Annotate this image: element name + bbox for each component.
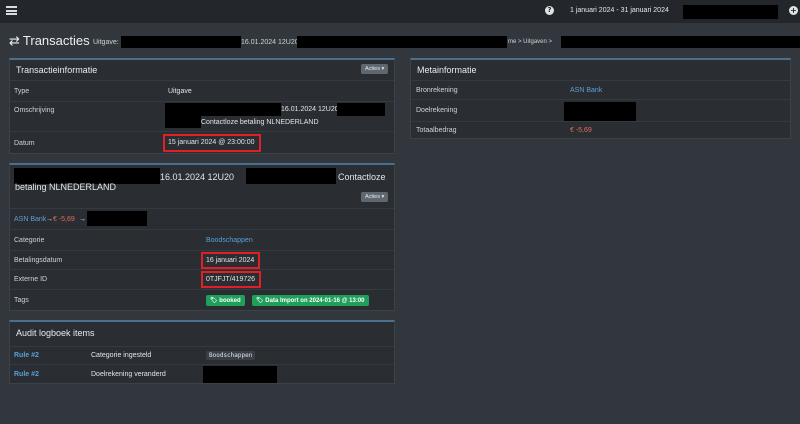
tags-label: Tags (14, 297, 29, 304)
redacted-block (297, 36, 507, 48)
payment-date-label: Betalingsdatum (14, 257, 63, 264)
page-subtitle-date: 16.01.2024 12U20 (241, 39, 299, 46)
redacted-block (246, 168, 336, 184)
top-navbar: ? 1 januari 2024 - 31 januari 2024 + (0, 0, 800, 23)
page-subtitle: Uitgave: (93, 39, 119, 46)
split-title-end: Contactloze (338, 172, 386, 182)
plus-icon[interactable]: + (789, 6, 798, 15)
redacted-block (337, 103, 385, 116)
tag-booked[interactable]: 🏷 booked (206, 295, 245, 306)
redacted-audit-value (203, 366, 277, 383)
category-link[interactable]: Boodschappen (206, 237, 253, 244)
audit-row: Rule #2 Doelrekening veranderd (10, 364, 394, 384)
redacted-dest-account[interactable] (564, 102, 636, 122)
date-value: 15 januari 2024 @ 23:00:00 (168, 139, 255, 146)
audit-value: Boodschappen (206, 351, 256, 360)
audit-action: Categorie ingesteld (91, 352, 152, 359)
panel-title: Audit logboek items (16, 328, 95, 338)
transaction-info-panel: Transactieinformatie Acties ▾ Type Uitga… (9, 58, 395, 154)
redacted-block (165, 103, 281, 116)
hamburger-menu-icon[interactable] (6, 6, 17, 15)
description-text: Contactloze betaling NLNEDERLAND (201, 119, 319, 126)
panel-title: Metainformatie (417, 65, 477, 75)
source-account-link[interactable]: ASN Bank (570, 87, 602, 94)
actions-dropdown-button[interactable]: Acties ▾ (361, 64, 389, 74)
split-title-date: 16.01.2024 12U20 (160, 172, 235, 182)
dest-account-label: Doelrekening (416, 107, 458, 114)
flow-arrow: → (79, 216, 86, 223)
audit-log-panel: Audit logboek items Rule #2 Categorie in… (9, 320, 395, 384)
redacted-dest-account[interactable] (87, 211, 147, 226)
split-title-line2: betaling NLNEDERLAND (15, 182, 117, 192)
audit-row: Rule #2 Categorie ingesteld Boodschappen (10, 346, 394, 364)
total-value: € -5,69 (570, 127, 592, 134)
date-label: Datum (14, 140, 35, 147)
flow-amount: € -5,69 (53, 216, 75, 223)
meta-info-panel: Metainformatie Bronrekening ASN Bank Doe… (410, 58, 791, 139)
breadcrumb[interactable]: me > Uitgaven > (508, 39, 552, 45)
total-label: Totaalbedrag (416, 127, 457, 134)
description-label: Omschrijving (14, 107, 55, 114)
exchange-icon: ⇄ (9, 34, 20, 49)
audit-rule-link[interactable]: Rule #2 (14, 352, 39, 359)
tag-data-import[interactable]: 🏷 Data Import on 2024-01-16 @ 13:00 (252, 295, 369, 306)
flow-source-link[interactable]: ASN Bank (14, 216, 46, 223)
transaction-split-panel: 16.01.2024 12U20 Contactloze betaling NL… (9, 163, 395, 311)
panel-title: Transactieinformatie (16, 65, 98, 75)
date-range-selector[interactable]: 1 januari 2024 - 31 januari 2024 (570, 7, 669, 14)
type-label: Type (14, 88, 30, 95)
audit-action: Doelrekening veranderd (91, 371, 166, 378)
redacted-block (121, 36, 241, 48)
source-account-label: Bronrekening (416, 87, 458, 94)
category-label: Categorie (14, 237, 45, 244)
audit-rule-link[interactable]: Rule #2 (14, 371, 39, 378)
description-date: 16.01.2024 12U20 (281, 106, 339, 113)
redacted-block (165, 116, 201, 128)
external-id-value: 0TJFJT/419726 (206, 276, 256, 283)
page-title: ⇄ Transacties (9, 33, 90, 49)
redacted-block (561, 36, 800, 48)
flow-arrow: → (46, 216, 53, 223)
actions-dropdown-button[interactable]: Acties ▾ (361, 192, 389, 202)
help-icon[interactable]: ? (545, 6, 554, 15)
payment-date-value: 16 januari 2024 (206, 257, 255, 264)
type-value: Uitgave (168, 88, 192, 95)
external-id-label: Externe ID (14, 276, 48, 283)
redacted-search[interactable] (683, 5, 778, 19)
